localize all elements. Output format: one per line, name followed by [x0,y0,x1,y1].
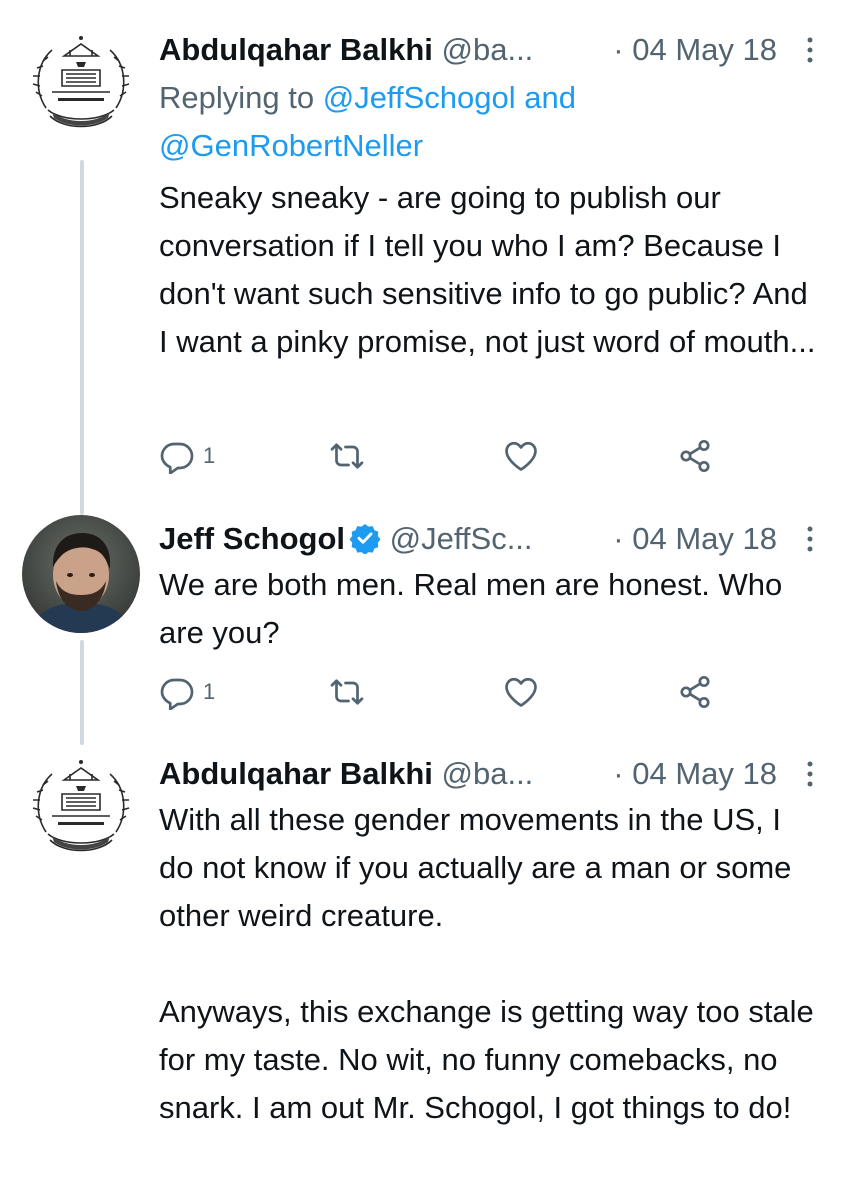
retweet-button[interactable] [329,672,365,712]
tweet-date[interactable]: 04 May 18 [632,32,777,67]
verified-badge-icon [349,524,381,554]
author-name[interactable]: Jeff Schogol [159,521,345,556]
share-icon [680,675,710,709]
tweet-date[interactable]: 04 May 18 [632,521,777,556]
reply-button[interactable]: 1 [159,436,215,476]
thread-line [80,640,84,745]
mention-conjunction: and [515,80,576,115]
author-handle[interactable]: @ba... [442,756,534,791]
separator-dot: · [613,521,633,556]
like-icon [505,441,537,471]
reply-icon [160,442,194,474]
tweet-date[interactable]: 04 May 18 [632,756,777,791]
retweet-icon [330,443,364,469]
emblem-avatar-icon [22,26,140,144]
tweet-header: Abdulqahar Balkhi @ba... · 04 May 18 [159,30,823,70]
tweet-header: Jeff Schogol @JeffSc... · 04 May 18 [159,519,823,559]
more-icon[interactable] [805,760,815,788]
separator-dot: · [613,32,633,67]
tweet-header: Abdulqahar Balkhi @ba... · 04 May 18 [159,754,823,794]
reply-count: 1 [203,443,216,468]
mention-link[interactable]: @GenRobertNeller [159,128,423,163]
like-button[interactable] [503,672,539,712]
more-icon[interactable] [805,525,815,553]
replying-to-label: Replying to [159,80,323,115]
author-handle[interactable]: @JeffSc... [390,521,533,556]
share-icon [680,439,710,473]
author-name[interactable]: Abdulqahar Balkhi [159,32,433,67]
retweet-icon [330,679,364,705]
share-button[interactable] [677,436,713,476]
more-icon[interactable] [805,36,815,64]
replying-to: Replying to @JeffSchogol and @GenRobertNe… [159,74,823,170]
share-button[interactable] [677,672,713,712]
photo-avatar-icon [22,515,140,633]
avatar[interactable] [22,26,140,144]
tweet-actions: 1 [159,672,759,712]
reply-count: 1 [203,679,216,704]
emblem-avatar-icon [22,750,140,868]
reply-button[interactable]: 1 [159,672,215,712]
author-handle[interactable]: @ba... [442,32,534,67]
retweet-button[interactable] [329,436,365,476]
tweet-actions: 1 [159,436,759,476]
like-icon [505,677,537,707]
like-button[interactable] [503,436,539,476]
tweet-text: With all these gender movements in the U… [159,802,814,1125]
tweet-text: We are both men. Real men are honest. Wh… [159,567,791,650]
avatar[interactable] [22,750,140,868]
reply-icon [160,678,194,710]
thread-line [80,160,84,515]
tweet-text: Sneaky sneaky - are going to publish our… [159,180,817,359]
author-name[interactable]: Abdulqahar Balkhi [159,756,433,791]
avatar[interactable] [22,515,140,633]
separator-dot: · [613,756,633,791]
mention-link[interactable]: @JeffSchogol [323,80,516,115]
